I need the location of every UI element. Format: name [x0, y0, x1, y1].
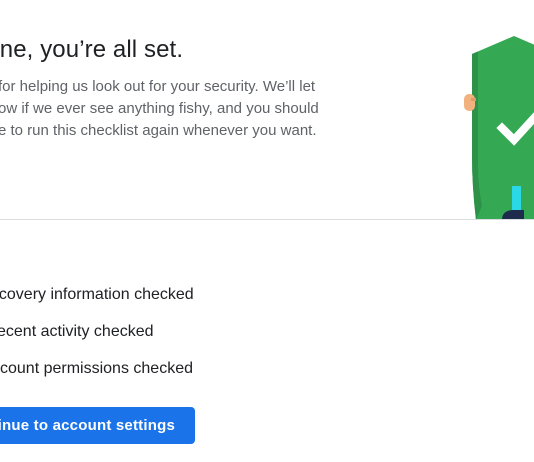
account-permissions-status: ccount permissions checked: [0, 360, 193, 377]
continue-to-account-settings-button[interactable]: inue to account settings: [0, 407, 195, 444]
recent-activity-status: ecent activity checked: [0, 323, 154, 340]
security-checkup-complete-page: y done, you’re all set. for helping us l…: [0, 0, 534, 462]
shield-icon: [464, 36, 534, 220]
security-shield-illustration: [462, 36, 534, 220]
message-line: e to run this checklist again whenever y…: [0, 122, 317, 139]
recovery-info-status: ecovery information checked: [0, 286, 194, 303]
page-title: y done, you’re all set.: [0, 36, 184, 63]
completion-message: for helping us look out for your securit…: [0, 76, 398, 142]
message-line: ow if we ever see anything fishy, and yo…: [0, 100, 319, 117]
section-divider: [0, 219, 534, 220]
message-line: for helping us look out for your securit…: [0, 78, 316, 95]
